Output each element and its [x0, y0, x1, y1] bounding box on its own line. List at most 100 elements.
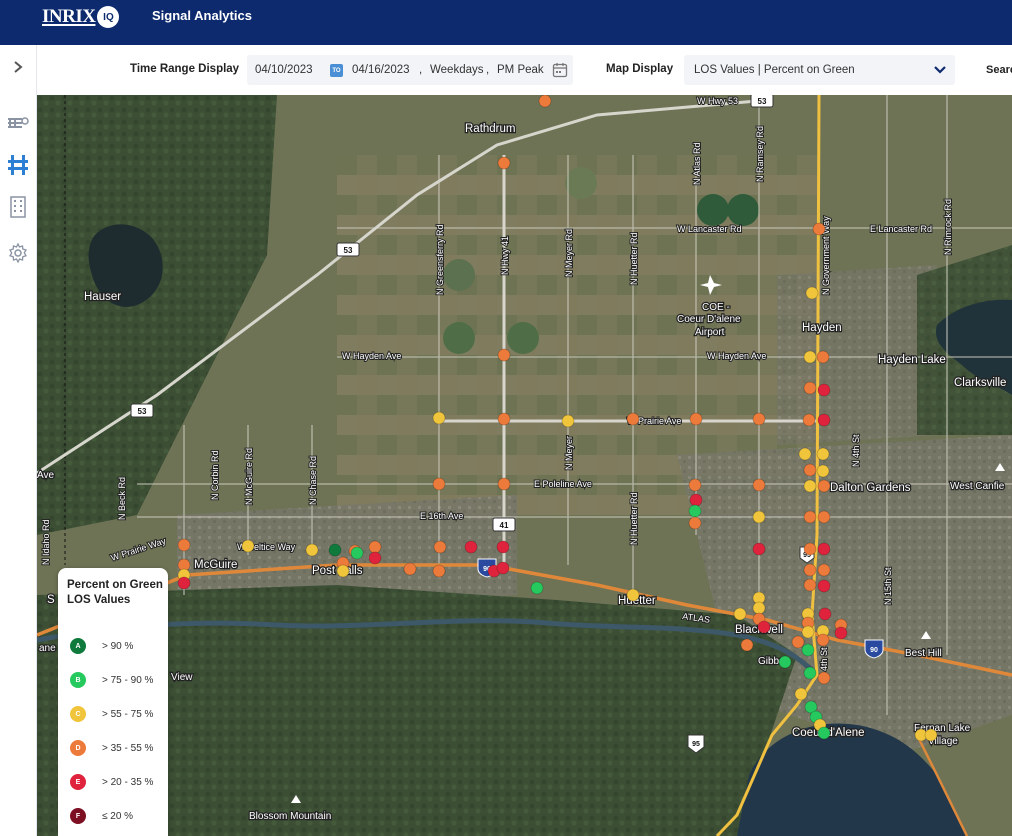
search-link[interactable]: Searc [986, 64, 1012, 76]
signal-marker-d[interactable] [803, 542, 817, 556]
inrix-iq-logo[interactable]: INRIX IQ [42, 6, 120, 28]
signal-marker-d[interactable] [689, 412, 703, 426]
signal-marker-c[interactable] [305, 543, 319, 557]
signal-marker-c[interactable] [803, 479, 817, 493]
signal-marker-d[interactable] [403, 562, 417, 576]
signal-marker-d[interactable] [791, 635, 805, 649]
signal-marker-c[interactable] [794, 687, 808, 701]
signal-marker-c[interactable] [752, 510, 766, 524]
signal-marker-c[interactable] [816, 447, 830, 461]
signal-marker-c[interactable] [801, 625, 815, 639]
signal-marker-c[interactable] [798, 447, 812, 461]
map-display-select[interactable]: LOS Values | Percent on Green [684, 55, 955, 85]
signal-marker-e[interactable] [368, 551, 382, 565]
building-nav-button[interactable] [4, 195, 32, 219]
signal-marker-c[interactable] [752, 601, 766, 615]
signal-marker-d[interactable] [368, 540, 382, 554]
signal-marker-a[interactable] [328, 543, 342, 557]
calendar-icon[interactable] [552, 62, 568, 78]
signal-marker-d[interactable] [432, 564, 446, 578]
signal-marker-b[interactable] [817, 726, 831, 740]
signal-marker-d[interactable] [497, 477, 511, 491]
signal-marker-e[interactable] [689, 493, 703, 507]
signal-marker-b[interactable] [778, 655, 792, 669]
signal-marker-d[interactable] [803, 463, 817, 477]
legend-dot: B [70, 672, 86, 688]
signal-marker-b[interactable] [801, 643, 815, 657]
legend-label: > 75 - 90 % [102, 674, 154, 686]
expand-sidebar-button[interactable] [4, 55, 32, 79]
signal-marker-d[interactable] [433, 540, 447, 554]
signal-marker-d[interactable] [688, 478, 702, 492]
signal-marker-d[interactable] [432, 477, 446, 491]
signal-marker-d[interactable] [802, 413, 816, 427]
date-range-picker[interactable]: 04/10/2023 TO 04/16/2023 , Weekdays , PM… [247, 55, 573, 85]
signal-marker-e[interactable] [177, 576, 191, 590]
route-shield-53: 53 [750, 95, 774, 108]
signal-marker-c[interactable] [561, 414, 575, 428]
signal-marker-d[interactable] [626, 412, 640, 426]
pivot-field [565, 167, 597, 199]
signal-marker-c[interactable] [432, 411, 446, 425]
signal-marker-d[interactable] [497, 412, 511, 426]
signal-marker-d[interactable] [538, 95, 552, 108]
signal-marker-d[interactable] [752, 412, 766, 426]
signal-marker-c[interactable] [336, 564, 350, 578]
signals-nav-button[interactable] [4, 153, 32, 177]
signal-marker-c[interactable] [805, 286, 819, 300]
place-label: Dalton Gardens [830, 482, 911, 494]
signal-marker-b[interactable] [350, 546, 364, 560]
signal-marker-c[interactable] [803, 350, 817, 364]
signal-marker-d[interactable] [803, 510, 817, 524]
corridor-icon [8, 117, 29, 128]
signal-marker-d[interactable] [817, 671, 831, 685]
signal-marker-d[interactable] [816, 350, 830, 364]
signal-marker-d[interactable] [812, 222, 826, 236]
signal-marker-b[interactable] [688, 504, 702, 518]
signal-marker-d[interactable] [817, 563, 831, 577]
signal-marker-d[interactable] [688, 516, 702, 530]
signal-marker-d[interactable] [752, 478, 766, 492]
signal-marker-d[interactable] [177, 538, 191, 552]
signal-marker-e[interactable] [752, 542, 766, 556]
signal-marker-d[interactable] [816, 633, 830, 647]
signal-marker-c[interactable] [924, 728, 938, 742]
signal-marker-d[interactable] [497, 348, 511, 362]
map-display-value: LOS Values | Percent on Green [694, 64, 855, 76]
settings-nav-button[interactable] [4, 241, 32, 265]
signal-marker-d[interactable] [740, 638, 754, 652]
signal-marker-d[interactable] [803, 563, 817, 577]
legend-item-e: E > 20 - 35 % [70, 774, 153, 790]
signal-marker-d[interactable] [803, 578, 817, 592]
signal-marker-e[interactable] [464, 540, 478, 554]
signal-marker-d[interactable] [803, 381, 817, 395]
signal-marker-c[interactable] [241, 539, 255, 553]
signal-marker-b[interactable] [803, 666, 817, 680]
signal-marker-d[interactable] [497, 156, 511, 170]
signal-marker-e[interactable] [817, 413, 831, 427]
signal-marker-b[interactable] [530, 581, 544, 595]
signal-marker-e[interactable] [817, 542, 831, 556]
signal-marker-e[interactable] [496, 561, 510, 575]
road-label: N Greensferry Rd [435, 224, 445, 295]
time-period: PM Peak [497, 64, 544, 76]
signal-marker-e[interactable] [834, 626, 848, 640]
corridor-nav-button[interactable] [4, 111, 32, 135]
signal-marker-e[interactable] [818, 607, 832, 621]
map-canvas[interactable]: 53 53 53 41 90 90 95 95 Rathdrum Hauser … [37, 95, 1012, 836]
legend-item-f: F ≤ 20 % [70, 808, 133, 824]
road-label: N 15th St [883, 567, 893, 605]
place-label: Rathdrum [465, 123, 516, 135]
signal-marker-c[interactable] [733, 607, 747, 621]
signal-marker-d[interactable] [817, 510, 831, 524]
legend-label: ≤ 20 % [102, 810, 134, 822]
signal-marker-d[interactable] [817, 479, 831, 493]
signal-marker-e[interactable] [817, 579, 831, 593]
signal-marker-e[interactable] [817, 383, 831, 397]
signal-marker-e[interactable] [496, 540, 510, 554]
signal-marker-c[interactable] [816, 464, 830, 478]
airport-label: Coeur D'alene [677, 314, 741, 325]
place-label: Best Hill [905, 648, 942, 659]
signal-marker-e[interactable] [757, 620, 771, 634]
signal-marker-c[interactable] [626, 588, 640, 602]
